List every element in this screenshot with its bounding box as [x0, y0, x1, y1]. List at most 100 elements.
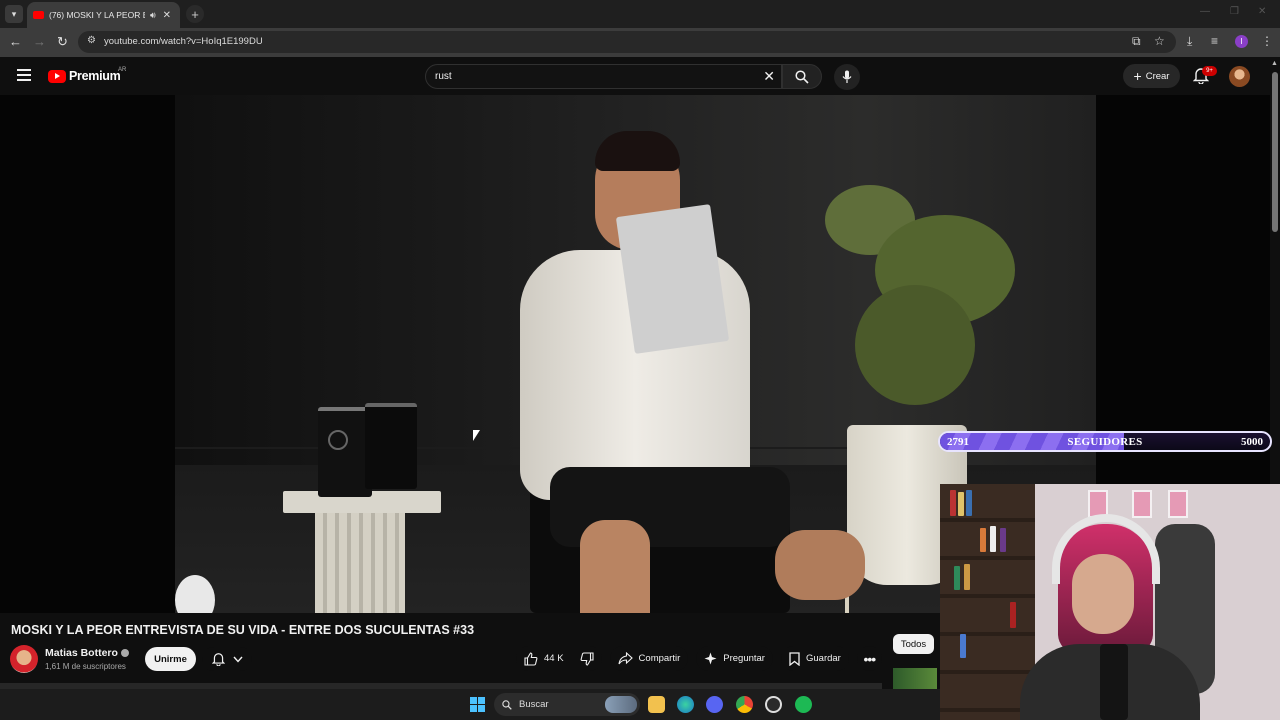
book: [958, 492, 964, 516]
more-horizontal-icon: •••: [863, 650, 876, 667]
book: [950, 490, 956, 516]
media-controls-icon[interactable]: ≡: [1211, 34, 1218, 48]
speaker-icon[interactable]: 🔊︎: [150, 10, 156, 21]
headset: [1052, 514, 1160, 584]
book: [966, 490, 972, 516]
search-box[interactable]: rust ✕: [425, 64, 782, 89]
discord-icon[interactable]: [706, 696, 723, 713]
close-tab-icon[interactable]: ✕: [163, 10, 171, 21]
new-tab-button[interactable]: +: [186, 5, 204, 23]
mouse-cursor-icon: [473, 430, 480, 441]
chip-all[interactable]: Todos: [893, 634, 934, 654]
create-label: Crear: [1145, 70, 1170, 82]
account-avatar[interactable]: [1229, 66, 1250, 87]
chrome-icon[interactable]: [736, 696, 753, 713]
youtube-play-icon: [48, 69, 66, 83]
close-window-icon[interactable]: ✕: [1258, 6, 1266, 17]
save-button[interactable]: Guardar: [780, 646, 849, 671]
plus-icon: +: [1133, 68, 1142, 84]
book: [960, 634, 966, 658]
browser-toolbar: ← → ↻ ⚙︎ youtube.com/watch?v=HoIq1E199DU…: [0, 28, 1280, 57]
more-actions-button[interactable]: •••: [856, 646, 882, 671]
column-pedestal: [315, 513, 405, 613]
search-icon: [795, 69, 809, 84]
heart-frame: [1132, 490, 1152, 518]
voice-search-button[interactable]: [834, 64, 860, 90]
url-text[interactable]: youtube.com/watch?v=HoIq1E199DU: [104, 36, 263, 47]
maximize-icon[interactable]: ❐: [1230, 6, 1239, 17]
share-label: Compartir: [638, 653, 681, 664]
guest-hair: [595, 131, 680, 171]
youtube-premium-logo[interactable]: Premium: [48, 69, 121, 83]
share-button[interactable]: Compartir: [609, 646, 689, 671]
mug-logo: [328, 430, 348, 450]
spotify-icon[interactable]: [795, 696, 812, 713]
book: [1010, 602, 1016, 628]
book: [1000, 528, 1006, 552]
address-bar[interactable]: ⚙︎ youtube.com/watch?v=HoIq1E199DU: [78, 31, 1176, 53]
guest-leg: [775, 530, 865, 600]
channel-name[interactable]: Matias Bottero: [45, 647, 129, 659]
follower-goal-bar: SEGUIDORES 2791 5000: [938, 431, 1272, 452]
file-explorer-icon[interactable]: [648, 696, 665, 713]
windows-start-icon[interactable]: [470, 697, 485, 712]
plant-foliage: [855, 285, 975, 405]
subscription-notifications-button[interactable]: [202, 647, 252, 671]
like-dislike-group: 44 K: [516, 646, 602, 671]
browser-tab-active[interactable]: (76) MOSKI Y LA PEOR ENTREVISTA DE SU VI…: [27, 2, 180, 28]
share-arrow-icon: [618, 652, 633, 665]
book: [990, 526, 996, 552]
search-icon: [502, 699, 512, 710]
book: [954, 566, 960, 590]
windows-taskbar: Buscar: [0, 689, 940, 720]
clear-search-icon[interactable]: ✕: [763, 68, 775, 85]
back-arrow-icon[interactable]: ←: [9, 34, 22, 49]
create-button[interactable]: + Crear: [1123, 64, 1180, 88]
bookmark-star-icon[interactable]: ☆: [1154, 34, 1165, 48]
streamer-webcam: [940, 484, 1280, 720]
guide-menu-icon[interactable]: [17, 69, 31, 81]
forward-arrow-icon[interactable]: →: [33, 34, 46, 49]
like-button[interactable]: 44 K: [516, 646, 572, 671]
black-mug: [365, 403, 417, 489]
reload-icon[interactable]: ↻: [57, 34, 68, 50]
edge-browser-icon[interactable]: [677, 696, 694, 713]
browser-profile-avatar[interactable]: I: [1235, 35, 1248, 48]
country-code: AR: [118, 67, 127, 73]
paper-sheet: [615, 204, 730, 354]
scrollbar-thumb[interactable]: [1272, 72, 1278, 232]
scroll-up-arrow-icon[interactable]: ▲: [1271, 60, 1278, 67]
heart-frame: [1168, 490, 1188, 518]
download-icon[interactable]: ⤓: [1187, 34, 1192, 49]
dislike-button[interactable]: [571, 646, 602, 671]
bookmark-icon: [789, 651, 800, 666]
black-mug: [318, 407, 372, 497]
channel-avatar[interactable]: [10, 645, 38, 673]
site-info-icon[interactable]: ⚙︎: [87, 35, 96, 46]
search-input[interactable]: rust: [435, 71, 452, 82]
install-app-icon[interactable]: ⧉: [1132, 34, 1141, 49]
book: [980, 528, 986, 552]
save-label: Guardar: [805, 653, 841, 664]
search-button[interactable]: [782, 64, 822, 89]
ask-button[interactable]: Preguntar: [696, 646, 773, 671]
youtube-favicon-icon: [33, 11, 44, 19]
tab-search-menu-button[interactable]: ▾: [5, 5, 23, 23]
search-highlight-image: [605, 696, 637, 713]
taskbar-search[interactable]: Buscar: [494, 693, 640, 716]
obs-icon[interactable]: [765, 696, 782, 713]
channel-name-text: Matias Bottero: [45, 647, 118, 659]
logo-text: Premium: [69, 69, 121, 83]
verified-badge-icon: [120, 649, 129, 658]
video-actions: 44 K Compartir Preguntar Guardar •••: [516, 646, 882, 671]
recommended-video-thumbnail[interactable]: [893, 668, 937, 689]
minimize-icon[interactable]: —: [1200, 6, 1210, 17]
like-count: 44 K: [544, 653, 564, 664]
browser-menu-icon[interactable]: ⋮: [1261, 34, 1273, 48]
streaming-microphone: [1100, 644, 1128, 720]
join-button[interactable]: Unirme: [145, 647, 196, 671]
notification-badge: 9+: [1202, 66, 1217, 76]
thumbs-down-icon: [580, 651, 594, 666]
subscriber-count: 1,61 M de suscriptores: [45, 662, 126, 671]
video-title: MOSKI Y LA PEOR ENTREVISTA DE SU VIDA - …: [11, 623, 475, 637]
